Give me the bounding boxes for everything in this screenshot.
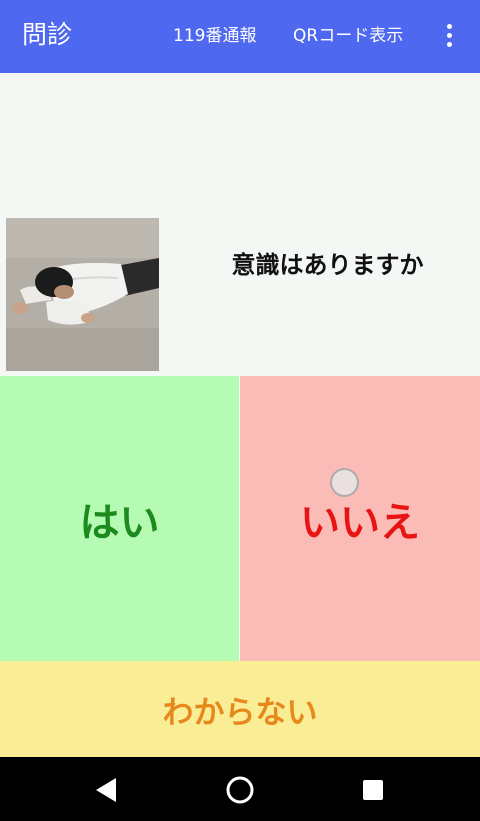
answer-no-label: いいえ: [300, 499, 420, 546]
person-lying-face-down-photo: [6, 218, 159, 371]
show-qr-code-button[interactable]: QRコード表示: [293, 24, 403, 48]
more-vert-icon[interactable]: [440, 22, 460, 50]
touch-indicator: [330, 468, 359, 497]
answer-unknown-button[interactable]: わからない: [0, 661, 480, 757]
question-image: [6, 218, 159, 371]
recents-square-icon[interactable]: [363, 780, 383, 800]
app-title: 問診: [22, 20, 73, 49]
question-panel: 意識はありますか: [0, 73, 480, 376]
answer-yes-label: はい: [79, 499, 160, 546]
emergency-call-button[interactable]: 119番通報: [173, 24, 256, 48]
system-navigation-bar: [0, 757, 480, 821]
answer-unknown-label: わからない: [162, 694, 318, 731]
home-circle-icon[interactable]: [225, 775, 255, 805]
answer-no-button[interactable]: いいえ: [240, 376, 480, 661]
back-triangle-icon[interactable]: [94, 777, 118, 803]
question-text: 意識はありますか: [231, 251, 424, 279]
app-bar: 問診 119番通報 QRコード表示: [0, 0, 480, 73]
screen: 問診 119番通報 QRコード表示 意識はありますか はい いいえ わからない: [0, 0, 480, 821]
answer-yes-button[interactable]: はい: [0, 376, 239, 661]
